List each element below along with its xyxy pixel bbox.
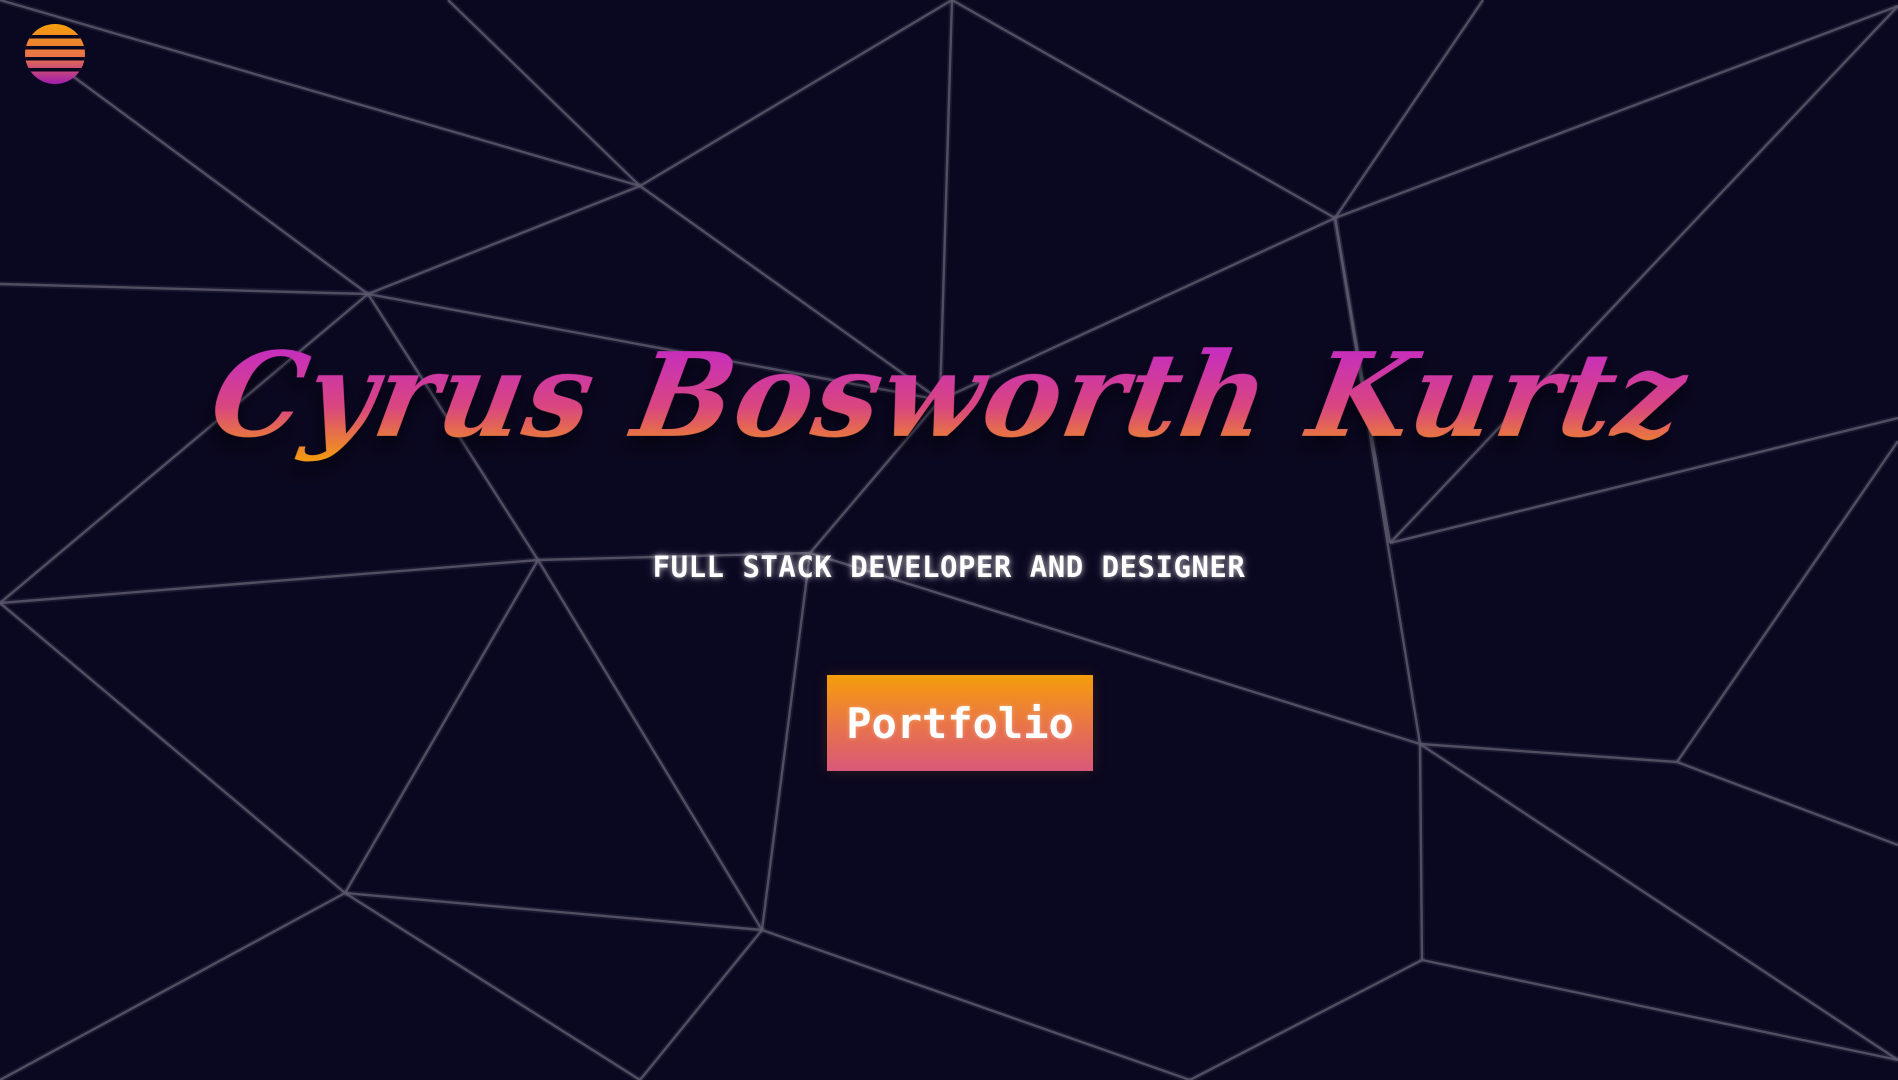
background-mesh [0,0,1898,1080]
hero-subtitle: FULL STACK DEVELOPER AND DESIGNER [652,550,1246,584]
hero-name-heading: Cyrus Bosworth Kurtz [0,328,1898,464]
sunset-stripes-logo-icon[interactable] [25,24,85,84]
portfolio-button[interactable]: Portfolio [827,675,1093,771]
background-mesh-glow [0,0,1898,1080]
landing-page: Cyrus Bosworth Kurtz FULL STACK DEVELOPE… [0,0,1898,1080]
